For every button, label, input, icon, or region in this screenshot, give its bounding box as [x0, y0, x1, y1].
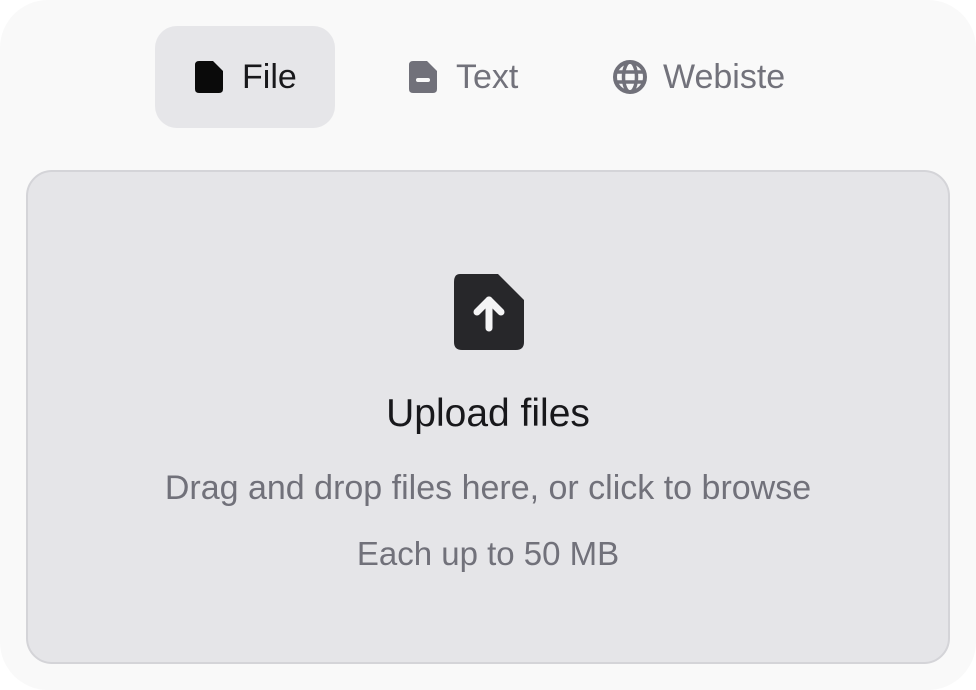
file-size-limit: Each up to 50 MB	[356, 535, 620, 572]
file-icon	[191, 59, 227, 95]
tab-website-label: Webiste	[663, 58, 786, 96]
file-upload-icon	[454, 274, 524, 350]
dropzone-instructions: Drag and drop files here, or click to br…	[164, 469, 812, 507]
tab-file-label: File	[242, 58, 297, 96]
source-tabs: File Text Webiste	[0, 26, 976, 128]
tab-text[interactable]: Text	[385, 26, 555, 128]
dropzone-title: Upload files	[386, 392, 590, 435]
tab-text-label: Text	[456, 58, 519, 96]
tab-website[interactable]: Webiste	[592, 26, 832, 128]
text-file-icon	[405, 59, 441, 95]
tab-file[interactable]: File	[155, 26, 335, 128]
globe-icon	[612, 59, 648, 95]
upload-panel: File Text Webiste Upload files Drag and …	[0, 0, 976, 690]
file-dropzone[interactable]: Upload files Drag and drop files here, o…	[26, 170, 950, 664]
